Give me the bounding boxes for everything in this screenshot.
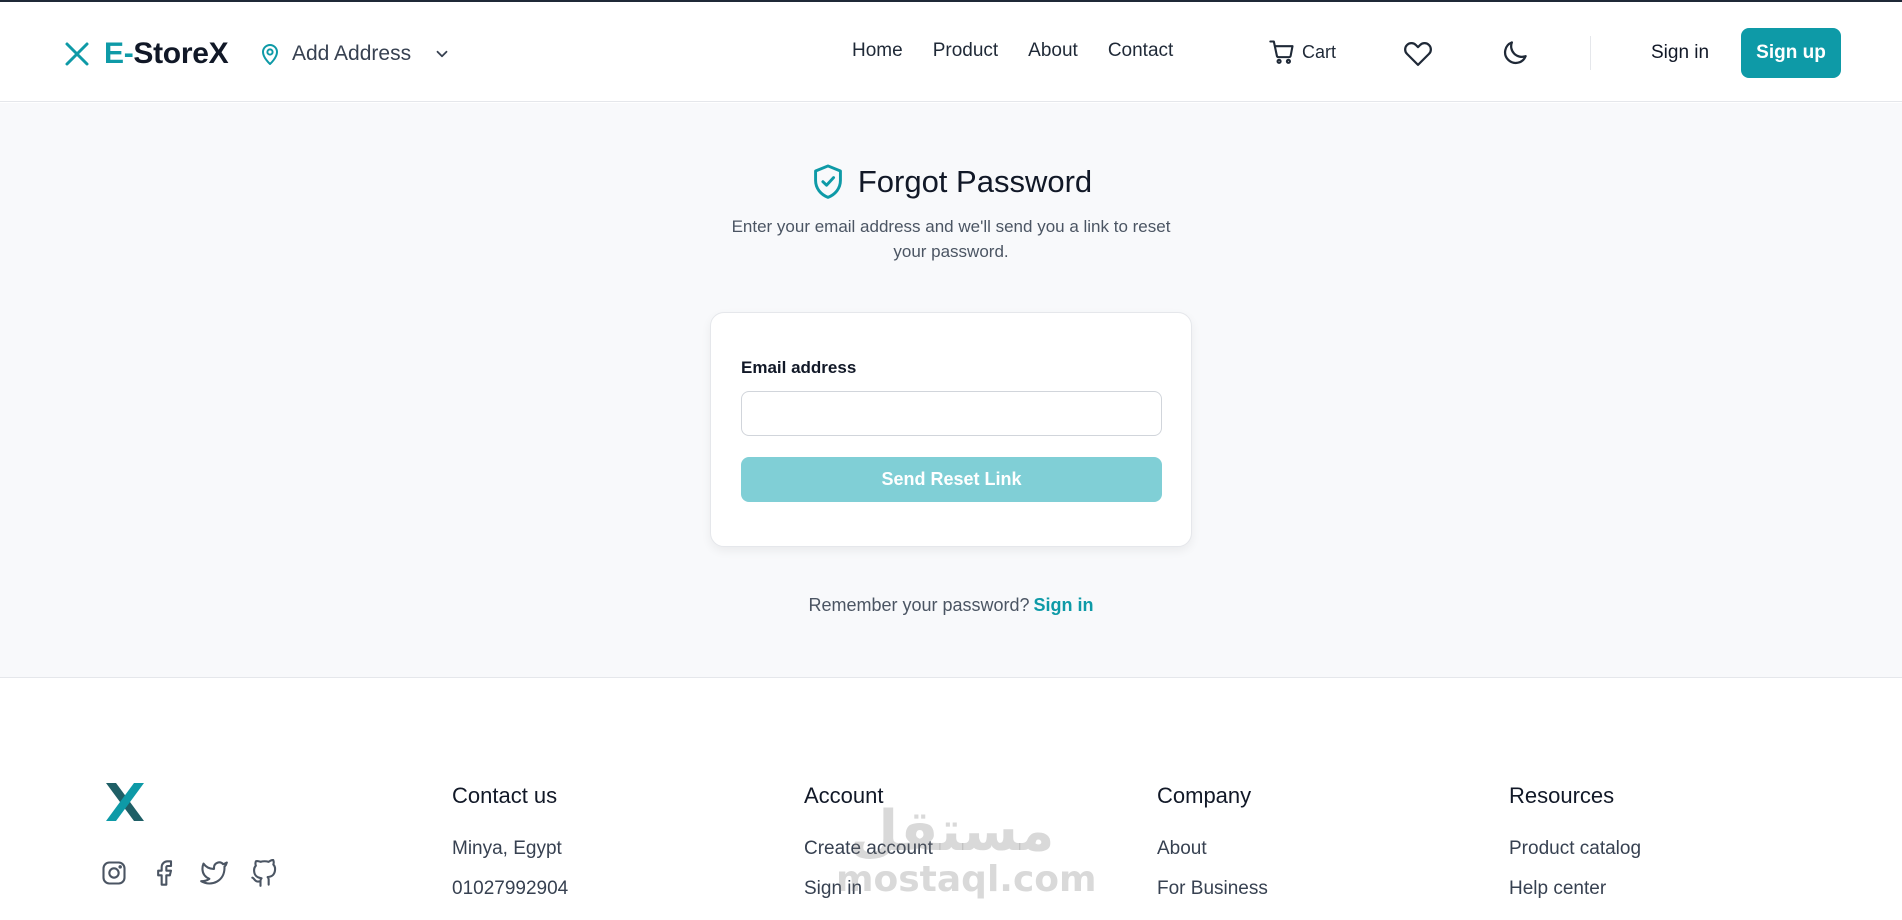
instagram-link[interactable]: [100, 859, 128, 887]
email-label: Email address: [741, 358, 857, 377]
nav-contact[interactable]: Contact: [1108, 40, 1173, 62]
footer-product-catalog-link[interactable]: Product catalog: [1509, 829, 1641, 869]
footer-col-company: Company About For Business: [1157, 783, 1268, 909]
moon-icon[interactable]: [1500, 38, 1530, 68]
sign-in-link[interactable]: Sign in: [1651, 42, 1709, 64]
brand-prefix: E-: [104, 37, 134, 70]
x-logo-icon: [65, 42, 89, 66]
footer-col-account: Account Create account Sign in: [804, 783, 933, 909]
nav-home[interactable]: Home: [852, 40, 903, 62]
brand-name: E-StoreX: [104, 37, 229, 71]
sign-up-button[interactable]: Sign up: [1741, 28, 1841, 78]
footer-help-center-link[interactable]: Help center: [1509, 869, 1641, 909]
email-input[interactable]: [741, 391, 1162, 436]
footer-create-account-link[interactable]: Create account: [804, 829, 933, 869]
main-nav: Home Product About Contact: [852, 40, 1173, 62]
footer-sign-in-link[interactable]: Sign in: [804, 869, 933, 909]
footer-contact-phone: 01027992904: [452, 878, 569, 899]
footer-account-heading: Account: [804, 783, 884, 808]
facebook-link[interactable]: [150, 859, 178, 887]
footer-resources-heading: Resources: [1509, 783, 1615, 808]
footer-col-contact: Contact us Minya, Egypt 01027992904 ibra…: [452, 783, 728, 920]
footer-about-link[interactable]: About: [1157, 829, 1268, 869]
footer-x-logo-icon: [106, 783, 144, 821]
nav-about[interactable]: About: [1028, 40, 1078, 62]
twitter-icon: [200, 861, 228, 885]
reset-form-card: Email address Send Reset Link: [710, 312, 1192, 547]
remember-text: Remember your password?: [808, 595, 1030, 615]
footer-contact-email[interactable]: ibrahimhassan.dev1@gmail.com: [452, 909, 728, 920]
footer-col-resources: Resources Product catalog Help center: [1509, 783, 1641, 909]
footer-contact-address: Minya, Egypt: [452, 838, 562, 859]
map-pin-icon: [262, 44, 278, 65]
page-title-row: Forgot Password: [0, 163, 1902, 201]
send-reset-link-button[interactable]: Send Reset Link: [741, 457, 1162, 502]
footer-contact-heading: Contact us: [452, 783, 558, 808]
facebook-icon: [157, 860, 173, 886]
forgot-password-section: Forgot Password Enter your email address…: [0, 103, 1902, 678]
header-divider: [1590, 36, 1591, 70]
shield-check-icon: [813, 164, 842, 199]
brand-logo[interactable]: E-StoreX: [64, 36, 229, 72]
github-icon: [251, 858, 277, 887]
footer-for-business-link[interactable]: For Business: [1157, 869, 1268, 909]
footer-company-heading: Company: [1157, 783, 1252, 808]
twitter-link[interactable]: [200, 859, 228, 887]
add-address-label: Add Address: [292, 42, 412, 65]
sign-in-link-bottom[interactable]: Sign in: [1034, 595, 1094, 615]
heart-icon[interactable]: [1403, 38, 1433, 68]
brand-suffix: StoreX: [133, 37, 229, 70]
cart-button[interactable]: Cart: [1268, 38, 1336, 66]
chevron-down-icon: [436, 50, 448, 58]
cart-label: Cart: [1302, 41, 1337, 62]
site-footer: Contact us Minya, Egypt 01027992904 ibra…: [0, 679, 1902, 920]
instagram-icon: [102, 861, 126, 885]
social-links: [100, 858, 278, 887]
page-subtitle: Enter your email address and we'll send …: [731, 217, 1171, 261]
add-address-dropdown[interactable]: Add Address: [258, 38, 451, 70]
github-link[interactable]: [250, 858, 278, 887]
page-title: Forgot Password: [857, 164, 1093, 199]
site-header: E-StoreX Add Address Home Product About …: [0, 2, 1902, 102]
cart-icon: [1269, 40, 1294, 64]
remember-password-row: Remember your password? Sign in: [0, 595, 1902, 616]
nav-product[interactable]: Product: [933, 40, 998, 62]
